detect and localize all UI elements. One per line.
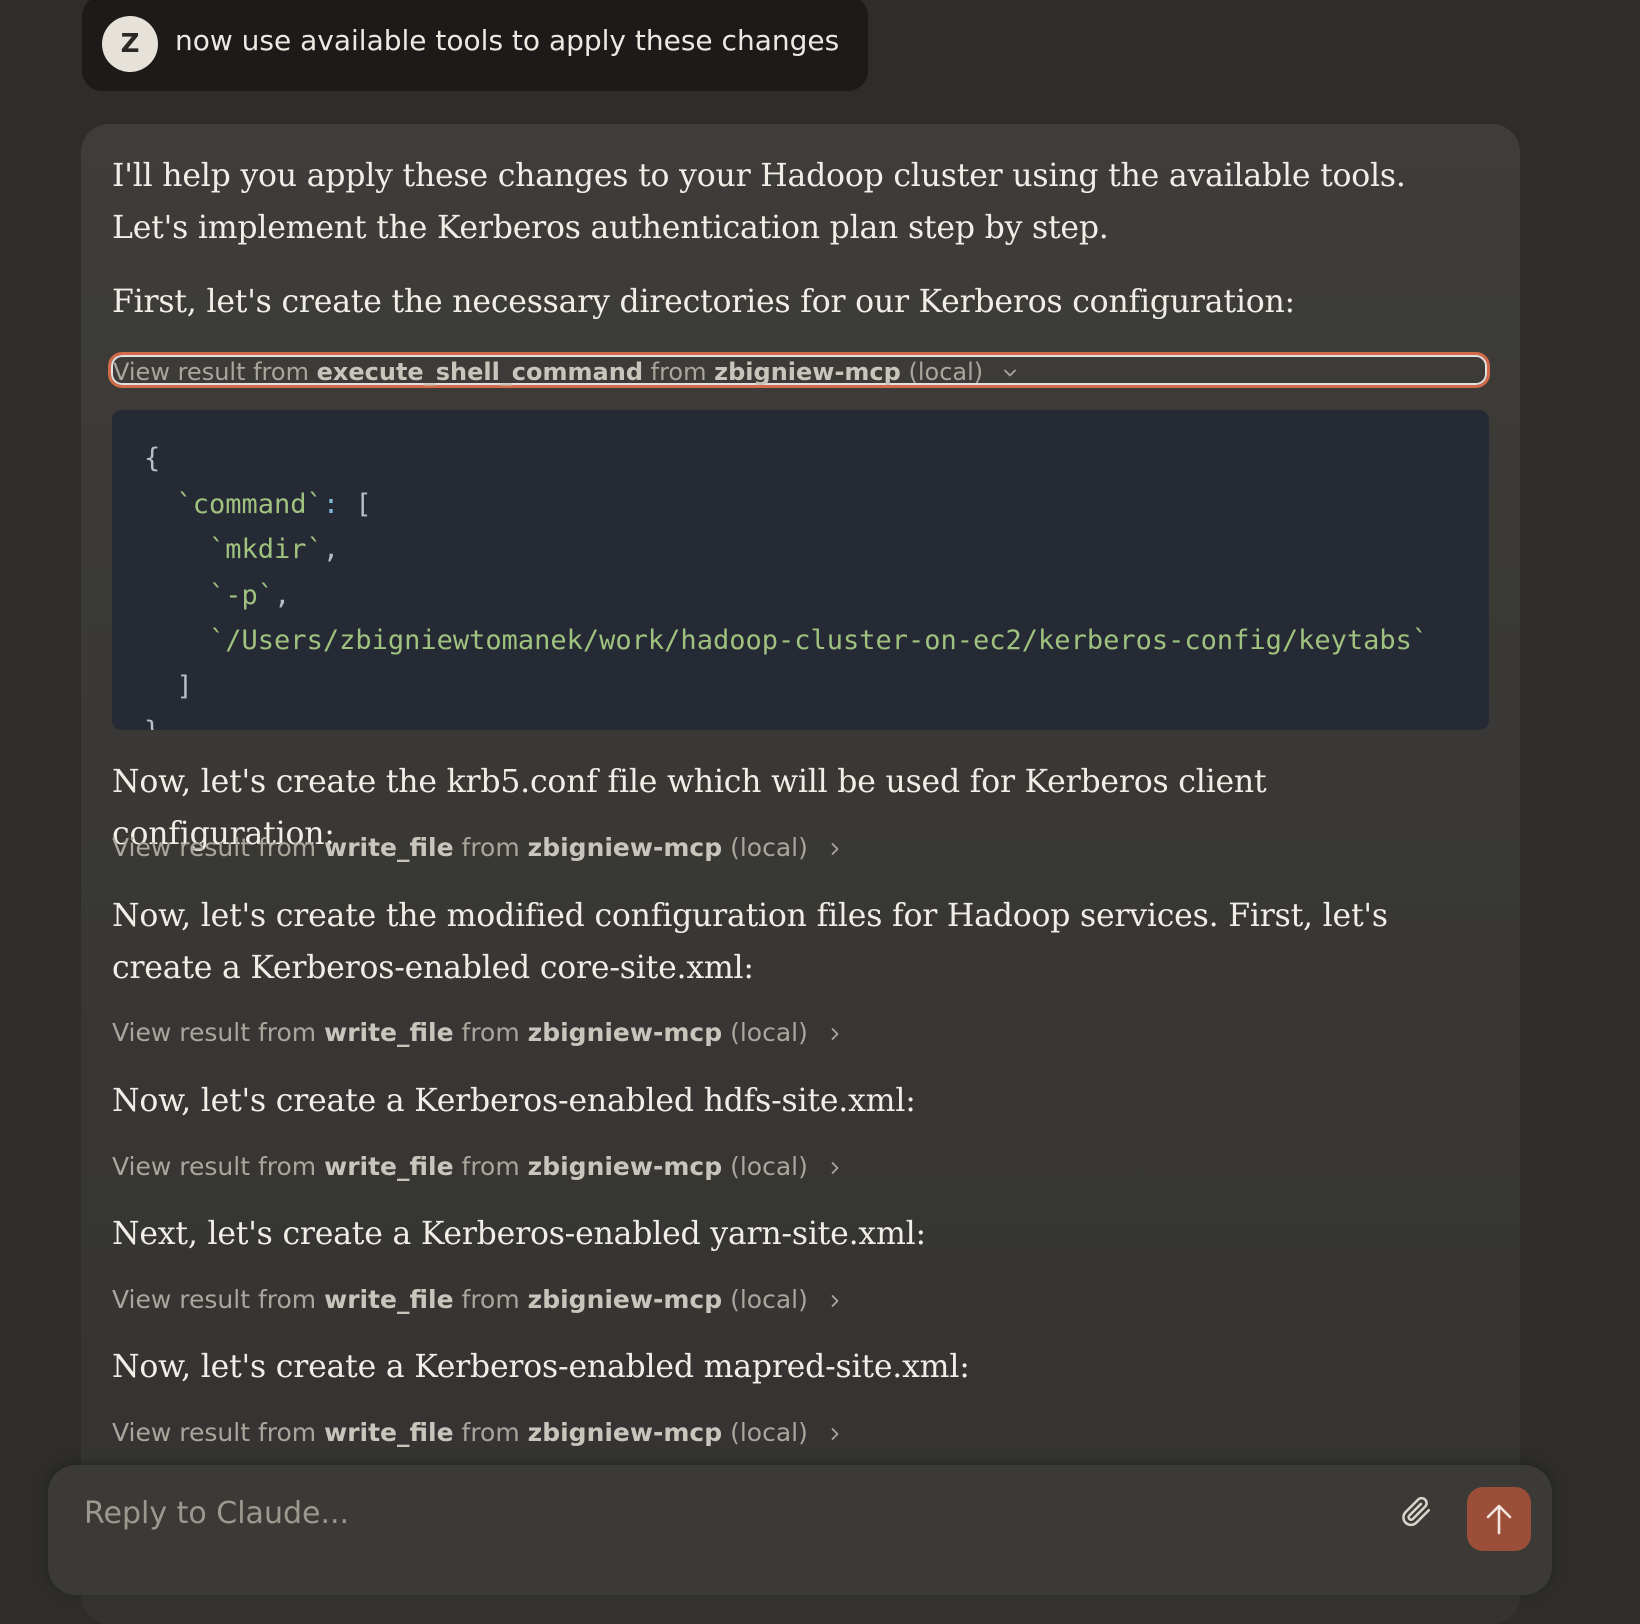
- tool-result-toggle[interactable]: View result from write_file from zbignie…: [112, 1411, 842, 1455]
- tool-result-from: from: [461, 1285, 520, 1314]
- tool-result-prefix: View result from: [113, 358, 309, 386]
- tool-name: write_file: [324, 1418, 454, 1447]
- tool-name: execute_shell_command: [316, 358, 643, 386]
- code-open-bracket: [: [355, 488, 372, 520]
- tool-name: write_file: [324, 1152, 454, 1181]
- assistant-message: [81, 124, 1520, 1624]
- assistant-step-1: First, let's create the necessary direct…: [112, 284, 1295, 320]
- chevron-right-icon: [831, 1295, 839, 1307]
- attach-button[interactable]: [1398, 1493, 1438, 1533]
- chevron-right-icon: [831, 843, 839, 855]
- tool-name: write_file: [324, 1018, 454, 1047]
- tool-result-prefix: View result from: [112, 1285, 317, 1314]
- assistant-step-3: Now, let's create the modified configura…: [112, 898, 1388, 986]
- code-arg: `-p`: [209, 579, 275, 611]
- assistant-step-6: Now, let's create a Kerberos-enabled map…: [112, 1349, 970, 1385]
- avatar: Z: [102, 16, 158, 72]
- user-message: Z now use available tools to apply these…: [82, 0, 868, 91]
- tool-result-prefix: View result from: [112, 1018, 317, 1047]
- code-open-brace: {: [144, 443, 161, 474]
- chevron-right-icon: [831, 1162, 839, 1174]
- server-name: zbigniew-mcp: [527, 833, 723, 862]
- tool-result-from: from: [461, 1018, 520, 1047]
- tool-result-from: from: [461, 1418, 520, 1447]
- reply-composer: [48, 1465, 1552, 1595]
- chevron-down-icon: [1003, 369, 1016, 377]
- tool-result-toggle[interactable]: View result from write_file from zbignie…: [112, 1011, 842, 1055]
- tool-result-prefix: View result from: [112, 833, 317, 862]
- server-name: zbigniew-mcp: [527, 1152, 723, 1181]
- server-scope: (local): [908, 358, 984, 386]
- code-key: `command`: [176, 488, 323, 520]
- tool-result-from: from: [650, 358, 707, 386]
- server-name: zbigniew-mcp: [527, 1285, 723, 1314]
- tool-result-from: from: [461, 1152, 520, 1181]
- tool-result-toggle[interactable]: View result from write_file from zbignie…: [112, 1145, 842, 1189]
- server-scope: (local): [730, 1418, 808, 1447]
- user-message-text: now use available tools to apply these c…: [175, 24, 840, 57]
- server-scope: (local): [730, 1285, 808, 1314]
- assistant-step-5: Next, let's create a Kerberos-enabled ya…: [112, 1216, 926, 1252]
- server-scope: (local): [730, 833, 808, 862]
- server-name: zbigniew-mcp: [714, 358, 901, 386]
- tool-name: write_file: [324, 1285, 454, 1314]
- server-scope: (local): [730, 1018, 808, 1047]
- tool-result-toggle[interactable]: View result from execute_shell_command f…: [108, 352, 1490, 388]
- tool-result-from: from: [461, 833, 520, 862]
- chevron-right-icon: [831, 1028, 839, 1040]
- tool-result-code-block: { `command`: [ `mkdir`, `-p`, `/Users/zb…: [112, 410, 1489, 730]
- chevron-right-icon: [831, 1428, 839, 1440]
- server-name: zbigniew-mcp: [527, 1018, 723, 1047]
- send-button[interactable]: [1467, 1487, 1531, 1551]
- assistant-intro: I'll help you apply these changes to you…: [112, 158, 1406, 246]
- code-colon: :: [322, 488, 340, 520]
- tool-result-prefix: View result from: [112, 1418, 317, 1447]
- server-name: zbigniew-mcp: [527, 1418, 723, 1447]
- tool-result-prefix: View result from: [112, 1152, 317, 1181]
- tool-name: write_file: [324, 833, 454, 862]
- server-scope: (local): [730, 1152, 808, 1181]
- assistant-step-4: Now, let's create a Kerberos-enabled hdf…: [112, 1083, 916, 1119]
- reply-input[interactable]: [82, 1489, 1336, 1537]
- tool-result-toggle[interactable]: View result from write_file from zbignie…: [112, 1278, 842, 1322]
- code-close-brace: }: [144, 716, 160, 730]
- code-close-bracket: ]: [176, 670, 193, 702]
- tool-result-toggle[interactable]: View result from write_file from zbignie…: [112, 826, 842, 870]
- paperclip-icon: [1402, 1496, 1431, 1527]
- code-arg: `/Users/zbigniewtomanek/work/hadoop-clus…: [209, 625, 1429, 656]
- arrow-up-icon: [1486, 1504, 1512, 1535]
- code-arg: `mkdir`: [209, 534, 323, 565]
